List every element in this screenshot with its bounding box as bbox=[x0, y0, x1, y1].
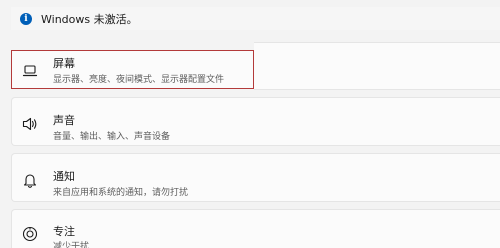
settings-item-display[interactable]: 屏幕 显示器、亮度、夜间模式、显示器配置文件 bbox=[11, 50, 254, 89]
settings-item-notifications[interactable]: 通知 来自应用和系统的通知，请勿打扰 bbox=[11, 153, 500, 202]
card-extension bbox=[254, 42, 500, 90]
focus-icon bbox=[22, 226, 38, 242]
settings-item-notifications-subtitle: 来自应用和系统的通知，请勿打扰 bbox=[53, 188, 189, 198]
settings-item-focus-subtitle: 减少干扰 bbox=[53, 242, 90, 248]
bell-icon bbox=[23, 174, 37, 188]
settings-item-focus-title: 专注 bbox=[53, 225, 75, 238]
settings-item-display-subtitle: 显示器、亮度、夜间模式、显示器配置文件 bbox=[53, 75, 225, 85]
laptop-icon bbox=[22, 65, 38, 77]
settings-item-sound[interactable]: 声音 音量、输出、输入、声音设备 bbox=[11, 97, 500, 146]
settings-page: i Windows 未激活。 屏幕 显示器、亮度、夜间模式、显示器配置文件 声音… bbox=[0, 0, 500, 248]
info-icon: i bbox=[20, 12, 32, 25]
speaker-icon bbox=[22, 117, 37, 131]
settings-item-display-title: 屏幕 bbox=[53, 57, 75, 70]
activation-banner[interactable]: i Windows 未激活。 bbox=[11, 7, 500, 30]
settings-item-sound-subtitle: 音量、输出、输入、声音设备 bbox=[53, 132, 171, 142]
settings-item-focus[interactable]: 专注 减少干扰 bbox=[11, 209, 500, 248]
activation-banner-text: Windows 未激活。 bbox=[41, 12, 138, 26]
settings-item-notifications-title: 通知 bbox=[53, 170, 75, 183]
settings-item-sound-title: 声音 bbox=[53, 114, 75, 127]
